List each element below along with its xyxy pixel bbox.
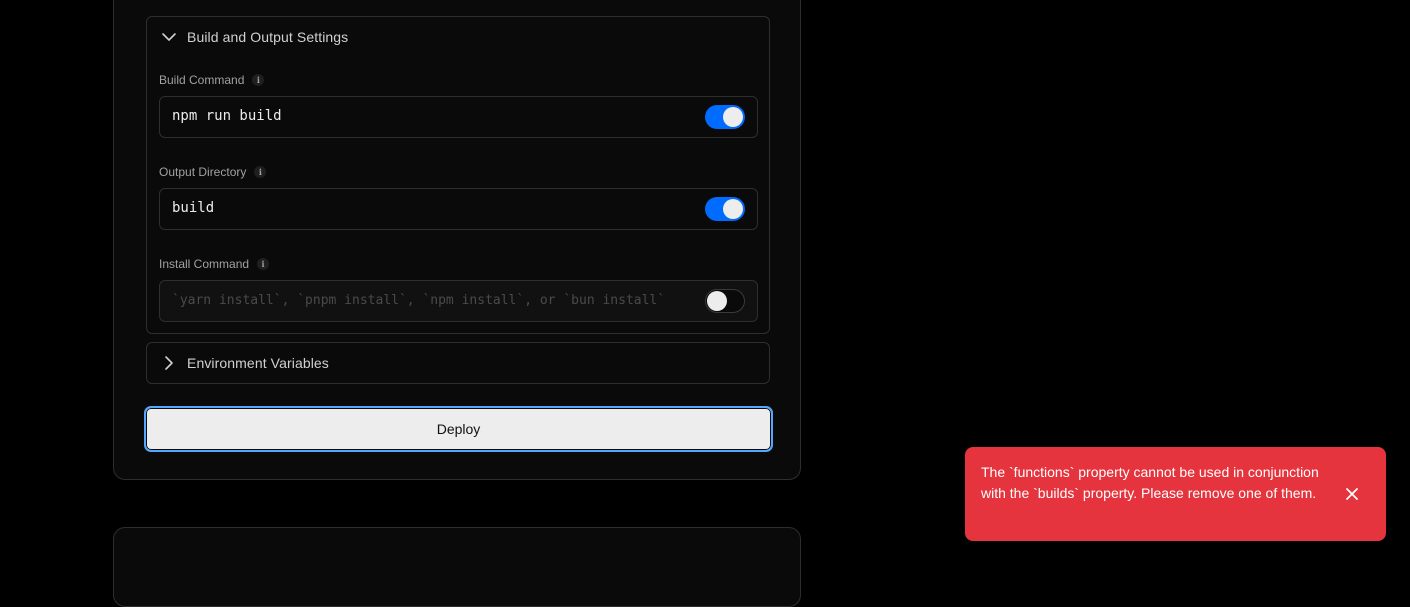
build-command-label: Build Command i xyxy=(159,73,265,87)
output-directory-override-toggle[interactable] xyxy=(705,197,745,221)
toggle-knob xyxy=(723,199,743,219)
toggle-knob xyxy=(723,107,743,127)
build-output-settings-panel: Build and Output Settings Build Command … xyxy=(146,16,770,334)
install-command-override-toggle[interactable] xyxy=(705,289,745,313)
install-command-field[interactable]: `yarn install`, `pnpm install`, `npm ins… xyxy=(159,280,758,322)
chevron-right-icon xyxy=(159,353,179,373)
environment-variables-toggle[interactable]: Environment Variables xyxy=(159,353,329,373)
next-card xyxy=(113,527,801,607)
deploy-button[interactable]: Deploy xyxy=(144,406,773,452)
error-toast: The `functions` property cannot be used … xyxy=(965,447,1386,541)
info-icon[interactable]: i xyxy=(257,258,270,270)
environment-variables-title: Environment Variables xyxy=(187,355,329,371)
chevron-down-icon xyxy=(159,27,179,47)
output-directory-label: Output Directory i xyxy=(159,165,267,179)
info-icon[interactable]: i xyxy=(252,74,265,86)
build-command-override-toggle[interactable] xyxy=(705,105,745,129)
install-command-placeholder: `yarn install`, `pnpm install`, `npm ins… xyxy=(172,293,666,308)
build-output-settings-title: Build and Output Settings xyxy=(187,29,349,45)
info-icon[interactable]: i xyxy=(254,166,267,178)
output-directory-value[interactable]: build xyxy=(172,200,214,216)
build-output-settings-toggle[interactable]: Build and Output Settings xyxy=(159,27,348,47)
close-icon[interactable] xyxy=(1342,484,1362,504)
build-command-field[interactable]: npm run build xyxy=(159,96,758,138)
toast-message: The `functions` property cannot be used … xyxy=(981,464,1319,501)
install-command-label: Install Command i xyxy=(159,257,270,271)
environment-variables-panel[interactable]: Environment Variables xyxy=(146,342,770,384)
build-command-value[interactable]: npm run build xyxy=(172,108,282,124)
toggle-knob xyxy=(707,291,727,311)
output-directory-field[interactable]: build xyxy=(159,188,758,230)
